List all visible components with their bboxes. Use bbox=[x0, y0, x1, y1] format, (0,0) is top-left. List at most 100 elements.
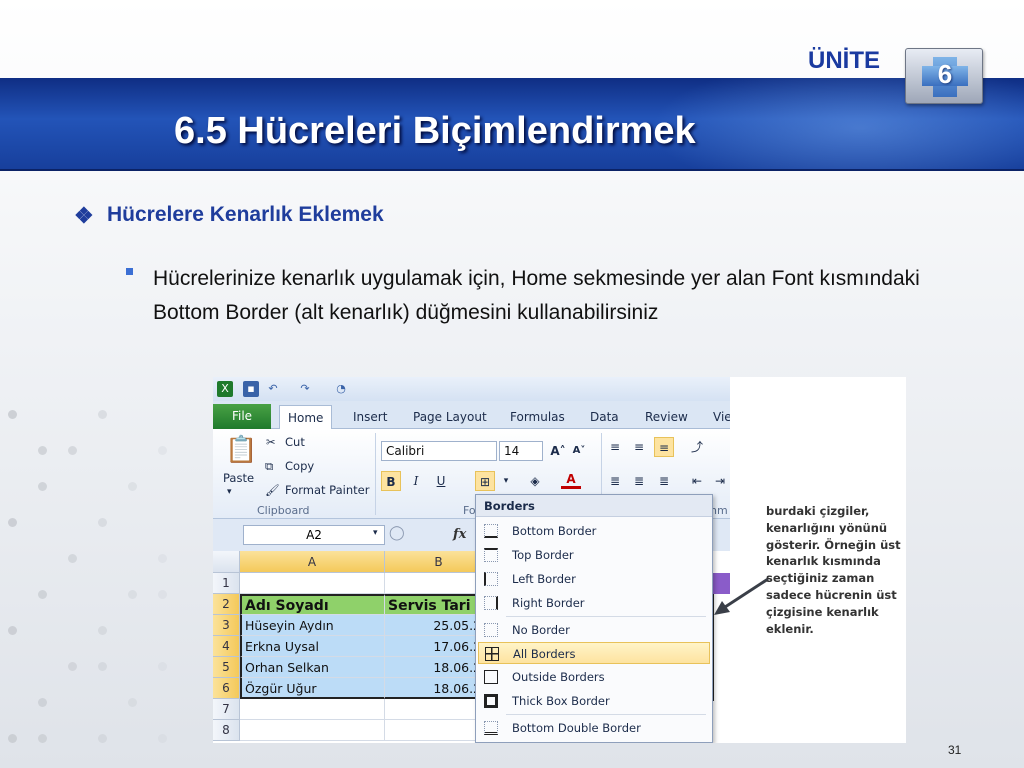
diamond-bullet-icon: ❖ bbox=[74, 203, 94, 228]
paste-button[interactable]: Paste bbox=[223, 471, 254, 485]
row-header[interactable]: 7 bbox=[213, 699, 240, 720]
decorative-dot bbox=[98, 410, 107, 419]
menu-item-top-border[interactable]: Top Border bbox=[478, 544, 710, 566]
print-preview-icon[interactable]: ◔ bbox=[333, 381, 349, 397]
tab-page-layout[interactable]: Page Layout bbox=[413, 405, 487, 429]
tab-formulas[interactable]: Formulas bbox=[510, 405, 565, 429]
table-cell[interactable]: Orhan Selkan bbox=[240, 657, 385, 678]
decorative-dot bbox=[158, 662, 167, 671]
increase-indent-icon[interactable]: ⇥ bbox=[710, 471, 730, 491]
align-top-icon[interactable]: ≡ bbox=[605, 437, 625, 457]
quick-access-toolbar: X ▪ ↶ ↷ ◔ bbox=[213, 377, 730, 401]
annotation-text: burdaki çizgiler, kenarlığını yönünü gös… bbox=[766, 504, 901, 636]
fx-icon[interactable]: fx bbox=[453, 527, 466, 542]
align-bottom-icon[interactable]: ≡ bbox=[654, 437, 674, 457]
decorative-dot bbox=[128, 590, 137, 599]
shrink-font-icon[interactable]: A˅ bbox=[569, 441, 589, 461]
column-header-a[interactable]: A bbox=[240, 551, 385, 573]
decorative-dot bbox=[98, 518, 107, 527]
table-cell[interactable]: Adı Soyadı bbox=[240, 594, 385, 615]
tab-review[interactable]: Review bbox=[645, 405, 688, 429]
align-center-icon[interactable]: ≣ bbox=[629, 471, 649, 491]
outside-borders-icon bbox=[484, 670, 498, 684]
row-header[interactable]: 8 bbox=[213, 720, 240, 741]
unit-number: 6 bbox=[937, 59, 953, 89]
decorative-dot bbox=[98, 734, 107, 743]
menu-item-bottom-border[interactable]: Bottom Border bbox=[478, 520, 710, 542]
align-middle-icon[interactable]: ≡ bbox=[629, 437, 649, 457]
decorative-dots bbox=[0, 395, 200, 768]
decorative-dot bbox=[158, 734, 167, 743]
bold-button[interactable]: B bbox=[381, 471, 401, 491]
decorative-dot bbox=[128, 482, 137, 491]
copy-icon[interactable]: ⧉ bbox=[265, 459, 273, 474]
tab-insert[interactable]: Insert bbox=[353, 405, 387, 429]
menu-item-left-border[interactable]: Left Border bbox=[478, 568, 710, 590]
body-text: Hücrelerinize kenarlık uygulamak için, H… bbox=[153, 267, 920, 324]
formula-expand-icon[interactable]: ◯ bbox=[389, 525, 405, 541]
section-title: Hücrelere Kenarlık Eklemek bbox=[107, 203, 384, 226]
row-header[interactable]: 5 bbox=[213, 657, 240, 678]
decorative-dot bbox=[38, 698, 47, 707]
borders-dropdown-chevron-icon[interactable]: ▾ bbox=[496, 471, 516, 491]
table-cell[interactable]: Özgür Uğur bbox=[240, 678, 385, 699]
decorative-dot bbox=[158, 446, 167, 455]
menu-item-no-border[interactable]: No Border bbox=[478, 619, 710, 641]
tab-file[interactable]: File bbox=[213, 404, 271, 429]
thick-box-border-icon bbox=[484, 694, 498, 708]
namebox-chevron-icon[interactable]: ▾ bbox=[373, 528, 378, 538]
menu-item-label: Bottom Double Border bbox=[512, 721, 641, 735]
excel-logo-icon: X bbox=[217, 381, 233, 397]
decorative-dot bbox=[68, 662, 77, 671]
font-color-icon[interactable]: A bbox=[561, 469, 581, 489]
menu-item-bottom-double-border[interactable]: Bottom Double Border bbox=[478, 717, 710, 739]
tab-view[interactable]: Vie bbox=[713, 405, 730, 429]
menu-item-thick-box-border[interactable]: Thick Box Border bbox=[478, 690, 710, 712]
table-cell[interactable] bbox=[240, 573, 385, 594]
decorative-dot bbox=[158, 590, 167, 599]
grow-font-icon[interactable]: A˄ bbox=[548, 441, 568, 461]
row-header[interactable]: 2 bbox=[213, 594, 240, 615]
font-name-select[interactable]: Calibri bbox=[381, 441, 497, 461]
cut-icon[interactable]: ✂ bbox=[266, 435, 276, 449]
left-border-icon bbox=[484, 572, 498, 586]
align-right-icon[interactable]: ≣ bbox=[654, 471, 674, 491]
menu-item-all-borders[interactable]: All Borders bbox=[478, 642, 710, 664]
align-left-icon[interactable]: ≣ bbox=[605, 471, 625, 491]
name-box[interactable]: A2 bbox=[243, 525, 385, 545]
row-header[interactable]: 3 bbox=[213, 615, 240, 636]
paste-icon[interactable]: 📋 bbox=[225, 435, 257, 465]
orientation-icon[interactable]: ⤴ bbox=[687, 437, 707, 457]
decorative-dot bbox=[98, 662, 107, 671]
font-size-select[interactable]: 14 bbox=[499, 441, 543, 461]
format-painter-button[interactable]: Format Painter bbox=[285, 483, 369, 497]
fill-color-icon[interactable]: ◈ bbox=[525, 471, 545, 491]
select-all-corner[interactable] bbox=[213, 551, 240, 573]
underline-button[interactable]: U bbox=[431, 471, 451, 491]
table-cell[interactable] bbox=[240, 699, 385, 720]
undo-icon[interactable]: ↶ bbox=[265, 381, 281, 397]
row-header[interactable]: 1 bbox=[213, 573, 240, 594]
italic-button[interactable]: I bbox=[406, 471, 426, 491]
menu-item-label: Outside Borders bbox=[512, 670, 605, 684]
table-cell[interactable]: Hüseyin Aydın bbox=[240, 615, 385, 636]
menu-item-outside-borders[interactable]: Outside Borders bbox=[478, 666, 710, 688]
tab-data[interactable]: Data bbox=[590, 405, 619, 429]
chevron-down-icon[interactable]: ▾ bbox=[227, 487, 232, 497]
tab-home[interactable]: Home bbox=[279, 405, 333, 429]
menu-item-right-border[interactable]: Right Border bbox=[478, 592, 710, 614]
borders-menu-title: Borders bbox=[476, 495, 712, 517]
row-header[interactable]: 6 bbox=[213, 678, 240, 699]
decorative-dot bbox=[68, 554, 77, 563]
save-icon[interactable]: ▪ bbox=[243, 381, 259, 397]
copy-button[interactable]: Copy bbox=[285, 459, 314, 473]
decorative-dot bbox=[98, 626, 107, 635]
redo-icon[interactable]: ↷ bbox=[297, 381, 313, 397]
decrease-indent-icon[interactable]: ⇤ bbox=[687, 471, 707, 491]
table-cell[interactable]: Erkna Uysal bbox=[240, 636, 385, 657]
format-painter-icon[interactable]: 🖌 bbox=[265, 483, 280, 497]
row-header[interactable]: 4 bbox=[213, 636, 240, 657]
borders-icon[interactable]: ⊞ bbox=[475, 471, 495, 491]
table-cell[interactable] bbox=[240, 720, 385, 741]
cut-button[interactable]: Cut bbox=[285, 435, 305, 449]
